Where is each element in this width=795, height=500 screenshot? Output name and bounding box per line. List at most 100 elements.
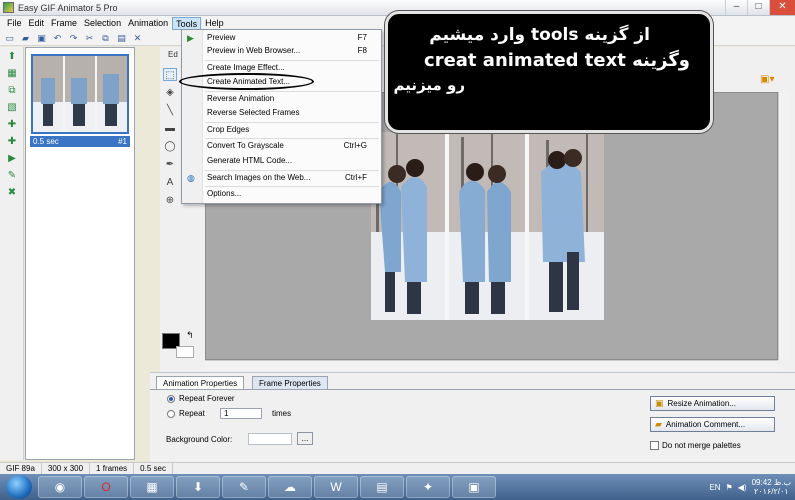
fill-tool-icon[interactable]: ◈ [163, 86, 177, 99]
new-file-icon[interactable]: ▭ [3, 32, 16, 44]
repeat-radio[interactable] [167, 410, 175, 418]
menu-edit[interactable]: Edit [26, 17, 48, 30]
text-tool-icon[interactable]: A [163, 176, 177, 189]
globe-icon: ◍ [187, 173, 195, 183]
delete-icon[interactable]: ✕ [131, 32, 144, 44]
menu-item-crop-edges[interactable]: Crop Edges [182, 124, 381, 136]
paste-icon[interactable]: ▤ [115, 32, 128, 44]
open-folder-icon[interactable]: ▰ [19, 32, 32, 44]
menu-selection[interactable]: Selection [81, 17, 124, 30]
background-color-field[interactable] [248, 433, 292, 445]
start-button[interactable] [6, 475, 32, 499]
frame-delay: 0.5 sec [33, 137, 59, 146]
status-format: GIF 89a [0, 463, 42, 474]
instruction-callout: از گزینه tools وارد میشیم creat animated… [385, 11, 713, 133]
line-tool-icon[interactable]: ╲ [163, 104, 177, 117]
canvas-image[interactable] [371, 132, 604, 320]
cloud-app-icon[interactable]: ☁ [268, 476, 312, 498]
callout-line-1: از گزینه tools وارد میشیم [429, 25, 650, 45]
menu-separator [205, 122, 379, 123]
window-title: Easy GIF Animator 5 Pro [18, 2, 118, 13]
repeat-count-stepper[interactable]: 1 [220, 408, 262, 419]
status-duration: 0.5 sec [134, 463, 173, 474]
clock-date: ۲۰۱۶/۲/۰۱ [754, 487, 789, 496]
menu-separator [205, 91, 379, 92]
menu-item-reverse-animation[interactable]: Reverse Animation [182, 93, 381, 105]
background-color-swatch[interactable] [176, 346, 194, 358]
status-bar: GIF 89a 300 x 300 1 frames 0.5 sec [0, 462, 795, 474]
swap-colors-icon[interactable]: ↰ [186, 330, 194, 341]
menu-separator [205, 138, 379, 139]
status-frames: 1 frames [90, 463, 135, 474]
word-icon[interactable]: W [314, 476, 358, 498]
menu-item-preview[interactable]: ▶ Preview F7 [182, 32, 381, 44]
cut-icon[interactable]: ✂ [83, 32, 96, 44]
resize-animation-button[interactable]: ▣ Resize Animation... [650, 396, 775, 411]
gif-animator-icon[interactable]: ✦ [406, 476, 450, 498]
rectangle-tool-icon[interactable]: ▬ [163, 122, 177, 135]
minimize-button[interactable]: – [725, 0, 747, 15]
language-indicator[interactable]: EN [709, 483, 720, 492]
delete-frame-icon[interactable]: ✖ [4, 186, 20, 200]
vertical-scrollbar[interactable] [778, 92, 790, 360]
menu-item-options[interactable]: Options... [182, 188, 381, 200]
download-icon[interactable]: ⬇ [176, 476, 220, 498]
move-up-icon[interactable]: ✚ [4, 118, 20, 132]
menu-item-image-effect[interactable]: Create Image Effect... [182, 62, 381, 74]
copy-icon[interactable]: ⧉ [99, 32, 112, 44]
background-color-browse-button[interactable]: ... [297, 432, 313, 445]
windows-taskbar: ◉ O ▦ ⬇ ✎ ☁ W ▤ ✦ ▣ EN ⚑ ◀) 09:42 ب.ظ ۲۰… [0, 474, 795, 500]
zoom-tool-icon[interactable]: ⊕ [163, 194, 177, 207]
menu-animation[interactable]: Animation [125, 17, 171, 30]
firefox-icon[interactable]: ◉ [38, 476, 82, 498]
frame-thumbnail[interactable] [31, 54, 129, 134]
tab-frame-properties[interactable]: Frame Properties [252, 376, 328, 389]
menu-item-html-code[interactable]: Generate HTML Code... [182, 155, 381, 167]
menu-tools[interactable]: Tools [172, 16, 202, 30]
frames-panel: 0.5 sec #1 [25, 47, 135, 460]
tab-edit[interactable]: Ed [168, 50, 178, 59]
opera-icon[interactable]: O [84, 476, 128, 498]
menu-item-search-web[interactable]: ◍ Search Images on the Web... Ctrl+F [182, 172, 381, 184]
menu-help[interactable]: Help [202, 17, 227, 30]
ellipse-tool-icon[interactable]: ◯ [163, 140, 177, 153]
dont-merge-palettes-label: Do not merge palettes [662, 441, 741, 450]
duplicate-frame-icon[interactable]: ⧉ [4, 84, 20, 98]
undo-icon[interactable]: ↶ [51, 32, 64, 44]
play-frames-icon[interactable]: ▶ [4, 152, 20, 166]
menu-item-reverse-selected[interactable]: Reverse Selected Frames [182, 107, 381, 119]
clock[interactable]: 09:42 ب.ظ ۲۰۱۶/۲/۰۱ [752, 478, 791, 496]
calendar-app-icon[interactable]: ▦ [130, 476, 174, 498]
move-down-icon[interactable]: ✚ [4, 135, 20, 149]
save-icon[interactable]: ▣ [35, 32, 48, 44]
view-options-icon[interactable]: ▣▾ [760, 74, 780, 88]
tools-dropdown-menu: ▶ Preview F7 Preview in Web Browser... F… [181, 29, 382, 204]
menu-item-preview-web[interactable]: Preview in Web Browser... F8 [182, 45, 381, 57]
status-dimensions: 300 x 300 [42, 463, 91, 474]
repeat-forever-label: Repeat Forever [179, 394, 235, 403]
image-viewer-icon[interactable]: ▣ [452, 476, 496, 498]
video-icon[interactable]: ▤ [360, 476, 404, 498]
add-frame-icon[interactable]: ▦ [4, 67, 20, 81]
select-tool-icon[interactable]: ⬚ [163, 68, 177, 81]
frame-effect-icon[interactable]: ▧ [4, 101, 20, 115]
redo-icon[interactable]: ↷ [67, 32, 80, 44]
menu-frame[interactable]: Frame [48, 17, 80, 30]
menu-file[interactable]: File [4, 17, 25, 30]
close-button[interactable]: ✕ [769, 0, 795, 15]
tray-flag-icon[interactable]: ⚑ [726, 483, 733, 492]
menu-item-grayscale[interactable]: Convert To Grayscale Ctrl+G [182, 140, 381, 152]
system-tray: EN ⚑ ◀) 09:42 ب.ظ ۲۰۱۶/۲/۰۱ [709, 476, 791, 498]
tab-animation-properties[interactable]: Animation Properties [156, 376, 245, 389]
eyedropper-tool-icon[interactable]: ✒ [163, 158, 177, 171]
horizontal-scrollbar[interactable] [205, 360, 778, 370]
wizard-icon[interactable]: ✎ [4, 169, 20, 183]
dont-merge-palettes-checkbox[interactable] [650, 441, 659, 450]
volume-icon[interactable]: ◀) [738, 483, 747, 492]
insert-frame-icon[interactable]: ⬆ [4, 50, 20, 64]
animation-comment-button[interactable]: ▰ Animation Comment... [650, 417, 775, 432]
maximize-button[interactable]: □ [747, 0, 769, 15]
repeat-forever-radio[interactable] [167, 395, 175, 403]
window-controls: – □ ✕ [725, 0, 795, 15]
notes-icon[interactable]: ✎ [222, 476, 266, 498]
